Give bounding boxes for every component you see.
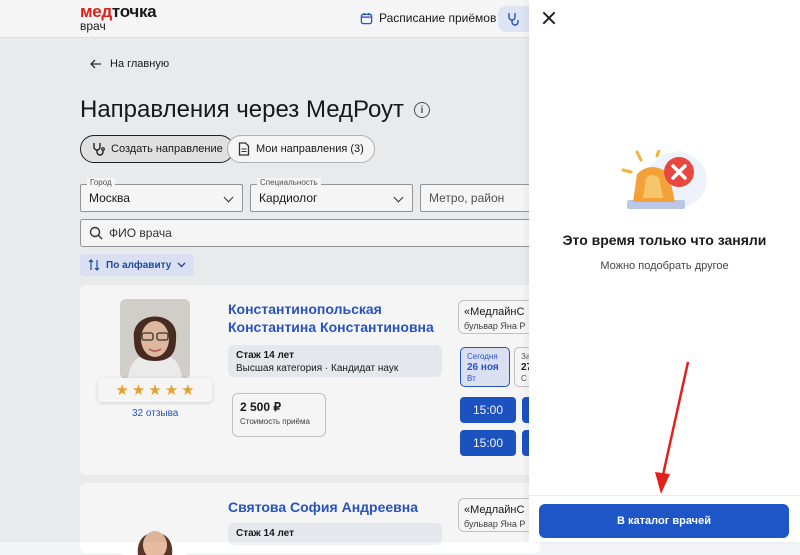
background-overlay[interactable] [0, 0, 529, 542]
close-icon[interactable] [542, 11, 556, 25]
siren-alert-illustration [621, 150, 707, 209]
panel-footer: В каталог врачей [529, 495, 800, 542]
catalog-button[interactable]: В каталог врачей [539, 504, 789, 538]
slot-taken-panel: Это время только что заняли Можно подобр… [529, 0, 800, 542]
panel-subtitle: Можно подобрать другое [600, 260, 729, 272]
panel-title: Это время только что заняли [562, 232, 767, 248]
